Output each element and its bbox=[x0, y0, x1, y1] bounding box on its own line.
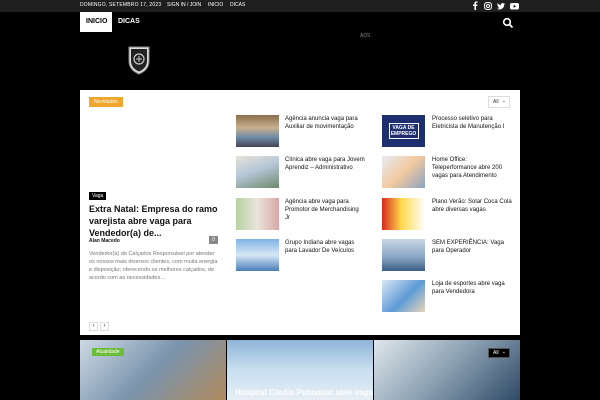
chevron-down-icon: ⌄ bbox=[501, 349, 506, 355]
comment-count[interactable]: 0 bbox=[209, 236, 218, 244]
current-date: DOMINGO, SETEMBRO 17, 2023 bbox=[80, 2, 162, 8]
main-nav: INICIO DICAS bbox=[0, 12, 600, 32]
bottom-card-2[interactable]: Hospital Cárdio Pulmonar abre vagas bbox=[227, 340, 373, 400]
post-thumbnail[interactable] bbox=[236, 198, 279, 230]
top-bar: DOMINGO, SETEMBRO 17, 2023 SIGN IN / JOI… bbox=[0, 0, 600, 12]
post-title[interactable]: Plano Verão: Solar Coca Cola abre divers… bbox=[432, 198, 512, 214]
featured-author[interactable]: Alan Macedo bbox=[89, 238, 120, 244]
nav-item-dicas[interactable]: DICAS bbox=[112, 12, 146, 32]
post-thumbnail[interactable] bbox=[382, 156, 425, 188]
post-title[interactable]: Agência anuncia vaga para Auxiliar de mo… bbox=[285, 115, 365, 131]
ads-label: ADS bbox=[360, 33, 371, 39]
filter-label: All bbox=[493, 99, 499, 105]
filter-dropdown[interactable]: All ⌄ bbox=[488, 96, 510, 108]
sign-in-link[interactable]: SIGN IN / JOIN bbox=[167, 2, 201, 8]
chevron-down-icon: ⌄ bbox=[501, 98, 506, 104]
next-page-button[interactable]: › bbox=[100, 322, 109, 331]
post-thumbnail[interactable] bbox=[236, 115, 279, 147]
post-thumbnail[interactable] bbox=[382, 198, 425, 230]
post-title[interactable]: Loja de esportes abre vaga para Vendedor… bbox=[432, 280, 512, 296]
featured-title[interactable]: Extra Natal: Empresa do ramo varejista a… bbox=[89, 203, 224, 239]
featured-category-tag[interactable]: Vaga bbox=[89, 192, 107, 200]
post-title[interactable]: Agência abre vaga para Promotor de Merch… bbox=[285, 198, 365, 222]
post-title[interactable]: Clínica abre vaga para Jovem Aprendiz – … bbox=[285, 156, 365, 172]
post-title[interactable]: Home Office: Teleperformance abre 200 va… bbox=[432, 156, 512, 180]
post-thumbnail[interactable]: VAGA DE EMPREGO bbox=[382, 115, 425, 147]
bottom-card-1[interactable]: Atualidade bbox=[80, 340, 226, 400]
search-icon[interactable] bbox=[502, 16, 514, 29]
post-title[interactable]: Grupo Indiana abre vagas para Lavador De… bbox=[285, 239, 365, 255]
post-thumbnail[interactable] bbox=[382, 280, 425, 312]
featured-excerpt: Vendedor(a) de Calçados Responsável por … bbox=[89, 251, 218, 281]
bottom-filter-dropdown[interactable]: All ⌄ bbox=[488, 348, 510, 358]
site-logo[interactable] bbox=[127, 45, 151, 75]
post-thumbnail[interactable] bbox=[382, 239, 425, 271]
post-title[interactable]: SEM EXPERIÊNCIA: Vaga para Operador bbox=[432, 239, 512, 255]
filter-label: All bbox=[493, 350, 499, 356]
thumbnail-caption: VAGA DE EMPREGO bbox=[388, 123, 419, 139]
category-badge[interactable]: Atualidade bbox=[92, 348, 124, 356]
prev-page-button[interactable]: ‹ bbox=[89, 322, 98, 331]
news-panel: Novidades All ⌄ Vaga Extra Natal: Empres… bbox=[80, 90, 520, 335]
nav-item-inicio[interactable]: INICIO bbox=[80, 12, 112, 32]
top-link-inicio[interactable]: INICIO bbox=[208, 2, 223, 8]
post-title[interactable]: Processo seletivo para Eletricista de Ma… bbox=[432, 115, 512, 131]
post-thumbnail[interactable] bbox=[236, 156, 279, 188]
top-link-dicas[interactable]: DICAS bbox=[230, 2, 245, 8]
bottom-card-title[interactable]: Hospital Cárdio Pulmonar abre vagas bbox=[235, 388, 373, 397]
post-thumbnail[interactable] bbox=[236, 239, 279, 271]
category-badge[interactable]: Novidades bbox=[89, 97, 123, 107]
